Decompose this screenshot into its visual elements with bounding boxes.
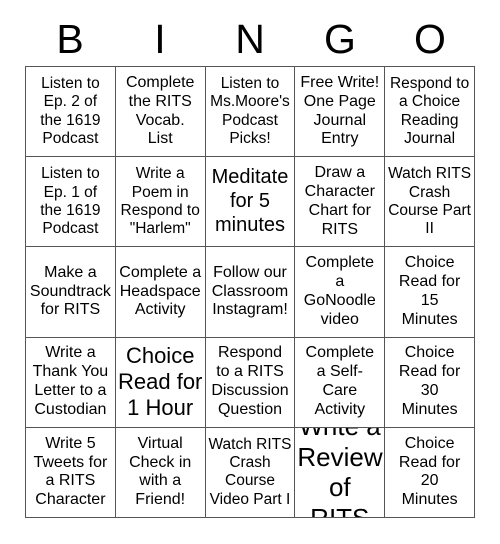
bingo-cell-r4c5[interactable]: Choice Read for 30 Minutes xyxy=(385,337,475,428)
bingo-cell-label: Choice Read for 30 Minutes xyxy=(398,344,461,419)
bingo-cell-r3c5[interactable]: Choice Read for 15 Minutes xyxy=(385,247,475,338)
bingo-cell-label: Follow our Classroom Instagram! xyxy=(211,263,289,319)
bingo-cell-label: Draw a Character Chart for RITS xyxy=(304,164,375,238)
bingo-cell-r2c3[interactable]: Meditate for 5 minutes xyxy=(205,157,296,248)
bingo-cell-r2c2[interactable]: Write a Poem in Respond to "Harlem" xyxy=(115,157,206,248)
bingo-cell-label: Choice Read for 1 Hour xyxy=(118,343,203,421)
header-letter-b: B xyxy=(56,15,84,62)
bingo-cell-r5c5[interactable]: Choice Read for 20 Minutes xyxy=(385,427,475,518)
bingo-cell-r4c3[interactable]: Respond to a RITS Discussion Question xyxy=(205,337,296,428)
bingo-cell-r5c1[interactable]: Write 5 Tweets for a RITS Character xyxy=(26,427,116,518)
bingo-cell-r3c4[interactable]: Complete a GoNoodle video xyxy=(295,247,386,338)
bingo-cell-label: Make a Soundtrack for RITS xyxy=(29,263,111,319)
header-letter-n: N xyxy=(235,15,265,62)
bingo-cell-label: Meditate for 5 minutes xyxy=(211,166,289,236)
header-letter-o: O xyxy=(414,15,446,62)
bingo-cell-label: Choice Read for 15 Minutes xyxy=(398,254,461,328)
bingo-cell-r5c2[interactable]: Virtual Check in with a Friend! xyxy=(115,427,206,518)
bingo-cell-r2c1[interactable]: Listen to Ep. 1 of the 1619 Podcast xyxy=(26,157,116,248)
bingo-cell-label: Respond to a Choice Reading Journal xyxy=(389,75,470,147)
bingo-cell-label: Write a Thank You Letter to a Custodian xyxy=(32,344,109,419)
header-letter-i: I xyxy=(154,15,166,62)
bingo-cell-label: Choice Read for 20 Minutes xyxy=(398,434,461,509)
bingo-cell-label: Complete a GoNoodle video xyxy=(303,254,376,328)
bingo-cell-r4c4[interactable]: Complete a Self- Care Activity xyxy=(295,337,386,428)
bingo-cell-label: Watch RITS Crash Course Video Part I xyxy=(208,435,292,508)
bingo-cell-label: Write 5 Tweets for a RITS Character xyxy=(33,434,108,509)
bingo-header-row: B I N G O xyxy=(25,12,475,66)
bingo-cell-label: Write a Poem in Respond to "Harlem" xyxy=(120,165,200,238)
bingo-cell-r3c2[interactable]: Complete a Headspace Activity xyxy=(115,247,206,338)
bingo-card: B I N G O Listen to Ep. 2 of the 1619 Po… xyxy=(0,0,500,544)
bingo-cell-label: Write a Review of RITS xyxy=(297,428,383,517)
header-letter-g: G xyxy=(324,15,356,62)
bingo-cell-label: Watch RITS Crash Course Part II xyxy=(388,165,472,238)
bingo-cell-r1c2[interactable]: Complete the RITS Vocab. List xyxy=(115,67,206,158)
bingo-cell-label: Complete the RITS Vocab. List xyxy=(125,73,195,148)
bingo-cell-label: Listen to Ep. 2 of the 1619 Podcast xyxy=(40,75,101,147)
bingo-cell-r1c4[interactable]: Free Write! One Page Journal Entry xyxy=(295,67,386,158)
bingo-cell-label: Complete a Self- Care Activity xyxy=(305,344,375,419)
bingo-cell-label: Listen to Ep. 1 of the 1619 Podcast xyxy=(40,165,101,238)
bingo-cell-r1c5[interactable]: Respond to a Choice Reading Journal xyxy=(385,67,475,158)
bingo-cell-label: Free Write! One Page Journal Entry xyxy=(300,73,380,148)
bingo-cell-r4c1[interactable]: Write a Thank You Letter to a Custodian xyxy=(26,337,116,428)
bingo-cell-r2c5[interactable]: Watch RITS Crash Course Part II xyxy=(385,157,475,248)
bingo-cell-label: Listen to Ms.Moore's Podcast Picks! xyxy=(210,75,290,147)
bingo-cell-label: Complete a Headspace Activity xyxy=(119,263,202,319)
bingo-grid: Listen to Ep. 2 of the 1619 Podcast Compl… xyxy=(25,66,475,518)
bingo-cell-r1c1[interactable]: Listen to Ep. 2 of the 1619 Podcast xyxy=(26,67,116,158)
bingo-cell-label: Respond to a RITS Discussion Question xyxy=(211,344,289,419)
bingo-cell-r5c3[interactable]: Watch RITS Crash Course Video Part I xyxy=(205,427,296,518)
bingo-cell-r5c4[interactable]: Write a Review of RITS xyxy=(295,427,386,518)
bingo-cell-r3c3[interactable]: Follow our Classroom Instagram! xyxy=(205,247,296,338)
bingo-cell-r3c1[interactable]: Make a Soundtrack for RITS xyxy=(26,247,116,338)
bingo-cell-r4c2[interactable]: Choice Read for 1 Hour xyxy=(115,337,206,428)
bingo-cell-r2c4[interactable]: Draw a Character Chart for RITS xyxy=(295,157,386,248)
bingo-cell-r1c3[interactable]: Listen to Ms.Moore's Podcast Picks! xyxy=(205,67,296,158)
bingo-cell-label: Virtual Check in with a Friend! xyxy=(129,434,192,509)
